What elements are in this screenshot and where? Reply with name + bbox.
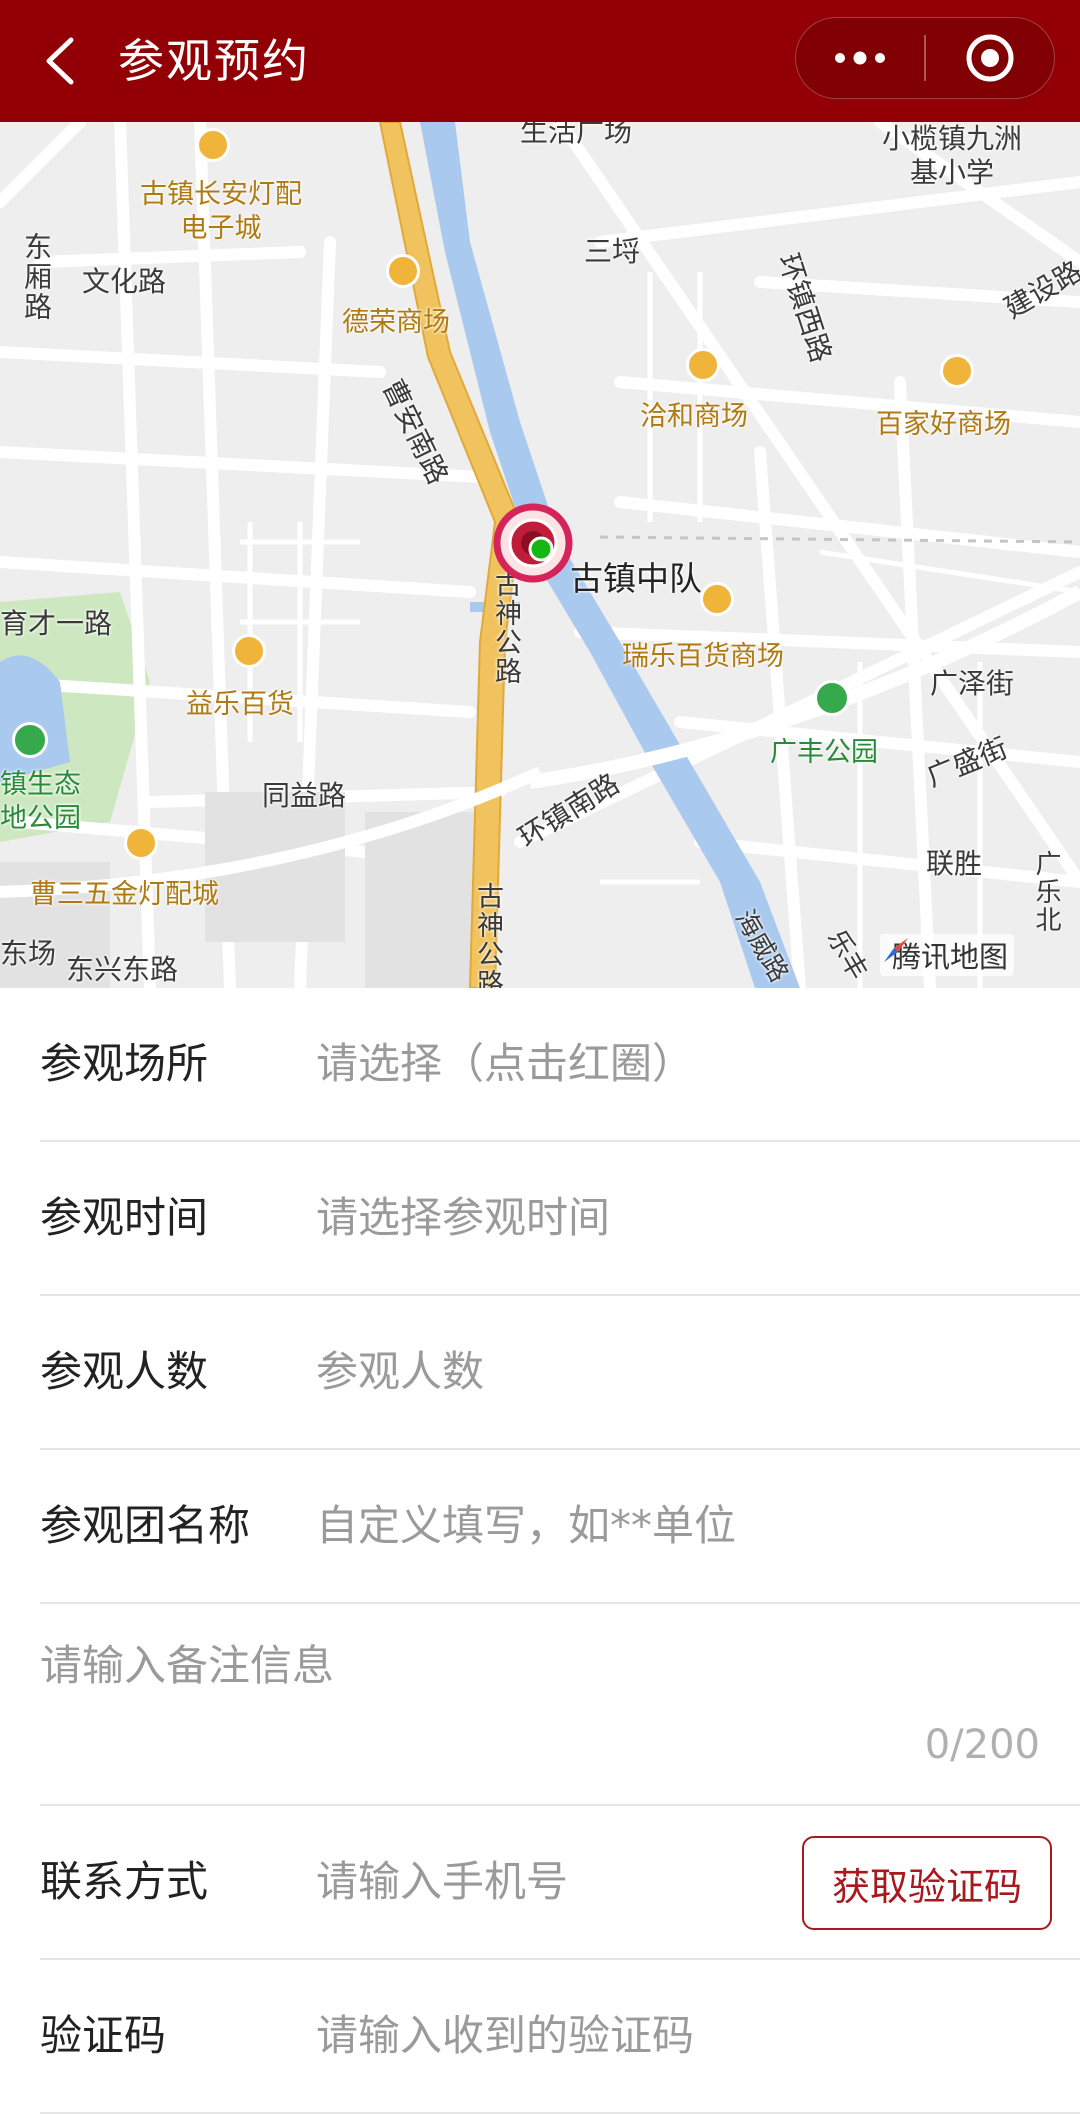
map-label-road: 同益路 [262, 779, 347, 812]
map-label-park: 广丰公园 [770, 737, 878, 768]
location-target-icon [493, 503, 573, 583]
remark-counter: 0/200 [924, 1722, 1040, 1768]
remark-row: 0/200 [40, 1604, 1080, 1806]
more-dots-icon [835, 51, 885, 65]
more-button[interactable] [796, 18, 924, 98]
nav-bar: 参观预约 [0, 0, 1080, 122]
map-label-highlight: 古镇中队 [570, 559, 702, 598]
tree-icon [814, 680, 850, 716]
map-label-poi: 古镇长安灯配电子城 [140, 179, 302, 244]
map-label-road: 东厢路 [20, 232, 53, 322]
map-label-top: 生活广场 [520, 122, 633, 148]
location-marker[interactable] [492, 502, 574, 584]
compass-icon [884, 938, 908, 962]
page-title: 参观预约 [118, 34, 310, 88]
code-row: 验证码 [40, 1960, 1080, 2114]
group-row: 参观团名称 [40, 1450, 1080, 1604]
poi-icon [232, 634, 266, 668]
map-label-poi: 百家好商场 [876, 409, 1011, 440]
map-label-poi: 瑞乐百货商场 [622, 641, 784, 672]
map-label-poi: 益乐百货 [186, 689, 294, 720]
map-label-road: 东兴东路 [66, 953, 179, 986]
group-label: 参观团名称 [40, 1501, 251, 1550]
remark-textarea[interactable] [40, 1632, 1030, 1752]
map-label-park: 镇生态地公园 [0, 769, 81, 834]
contact-row: 联系方式 获取验证码 [40, 1806, 1080, 1960]
map-label-area: 东场 [0, 937, 57, 970]
map-view[interactable]: 生活广场 小榄镇九洲基小学 古镇长安灯配电子城 东厢路 文化路 三埒 德荣商场 … [0, 122, 1080, 988]
code-label: 验证码 [40, 2011, 167, 2060]
map-label-school: 小榄镇九洲基小学 [881, 122, 1022, 189]
map-label-road: 文化路 [82, 265, 167, 298]
map-label-poi: 曹三五金灯配城 [30, 879, 219, 910]
venue-row[interactable]: 参观场所 请选择（点击红圈） [40, 988, 1080, 1142]
time-picker[interactable]: 请选择参观时间 [316, 1142, 1016, 1294]
time-label: 参观时间 [40, 1193, 209, 1242]
map-watermark: 腾讯地图 [880, 934, 1015, 976]
people-input[interactable] [316, 1296, 1016, 1448]
code-input[interactable] [316, 1960, 1016, 2112]
time-row[interactable]: 参观时间 请选择参观时间 [40, 1142, 1080, 1296]
people-row: 参观人数 [40, 1296, 1080, 1450]
map-label-road: 广泽街 [930, 667, 1015, 700]
poi-icon [196, 128, 230, 162]
close-button[interactable] [926, 18, 1054, 98]
map-label-poi: 德荣商场 [342, 307, 450, 338]
poi-icon [124, 826, 158, 860]
map-label-road: 古神公路 [490, 570, 521, 686]
map-label-road: 育才一路 [0, 607, 113, 640]
venue-label: 参观场所 [40, 1039, 209, 1088]
map-label-area: 联胜 [926, 847, 983, 880]
contact-label: 联系方式 [40, 1857, 209, 1906]
chevron-left-icon [46, 37, 74, 85]
shop-icon [686, 348, 720, 382]
shop-icon [940, 354, 974, 388]
map-label-road: 古神公路 [472, 882, 503, 988]
venue-picker[interactable]: 请选择（点击红圈） [316, 988, 1016, 1140]
mini-program-capsule [795, 17, 1055, 99]
map-label-poi: 洽和商场 [640, 401, 748, 432]
group-name-input[interactable] [316, 1450, 1016, 1602]
people-label: 参观人数 [40, 1347, 209, 1396]
back-button[interactable] [30, 26, 90, 96]
shop-icon [386, 254, 420, 288]
target-close-icon [966, 34, 1014, 82]
map-label-road: 广乐北 [1031, 850, 1061, 934]
phone-input[interactable] [316, 1806, 776, 1958]
poi-icon [700, 582, 734, 616]
tree-icon [12, 722, 48, 758]
get-code-button[interactable]: 获取验证码 [802, 1836, 1052, 1930]
map-label-area: 三埒 [584, 235, 641, 268]
